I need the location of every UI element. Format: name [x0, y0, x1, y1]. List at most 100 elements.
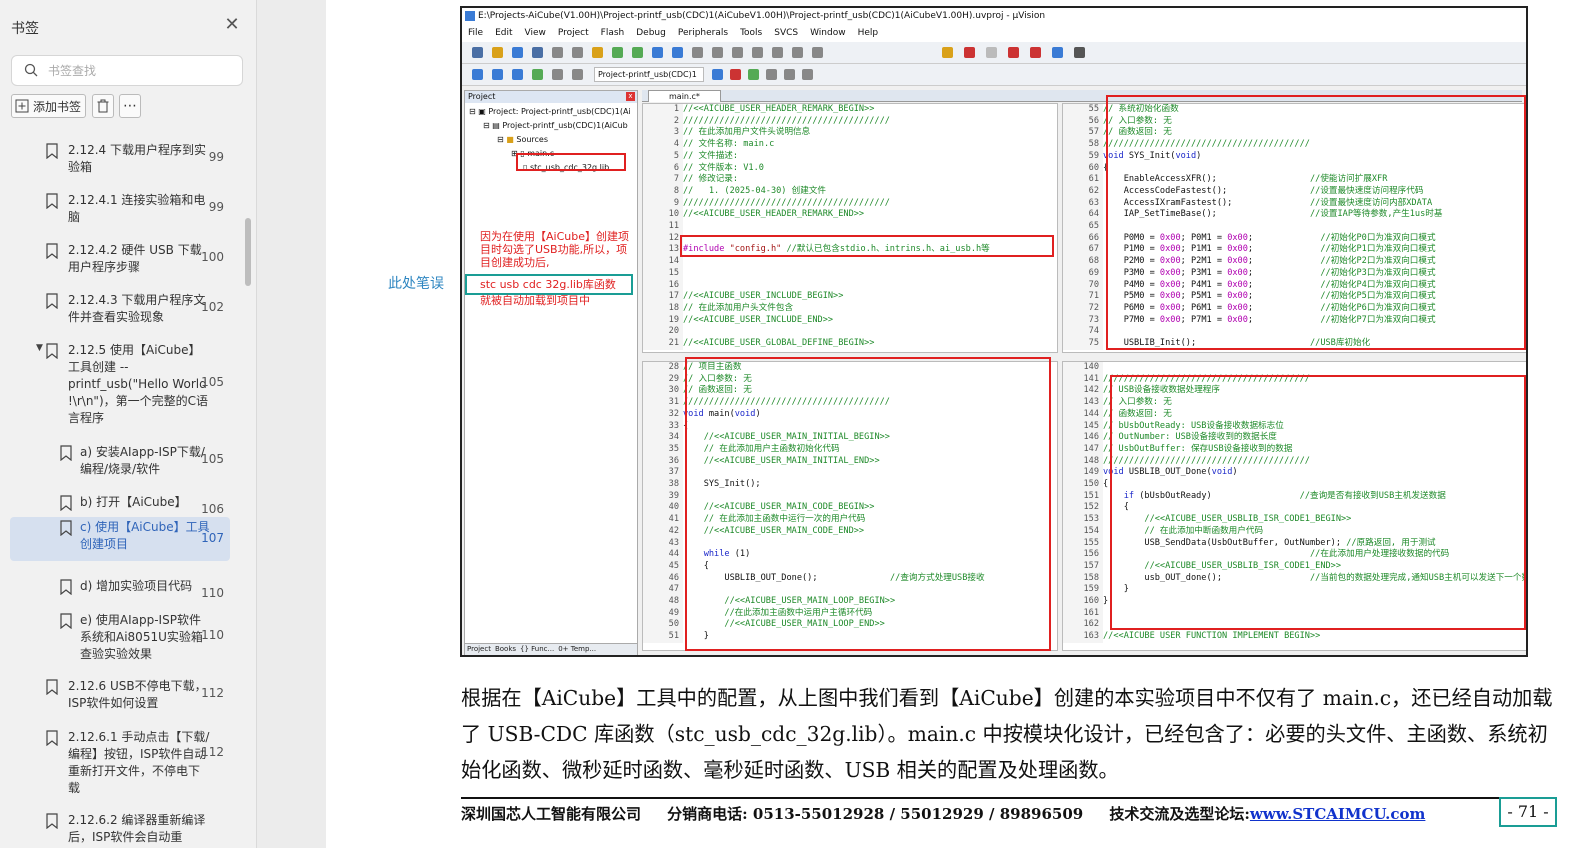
toolbar-icon[interactable]: [986, 47, 997, 58]
toolbar-icon[interactable]: [472, 47, 483, 58]
add-bookmark-button[interactable]: 添加书签: [11, 94, 86, 118]
toolbar-icon[interactable]: [772, 47, 783, 58]
bookmark-item[interactable]: 2.12.4.3 下载用户程序文件并查看实验现象 102: [10, 290, 230, 326]
toolbar-icon[interactable]: [766, 69, 777, 80]
bookmark-item[interactable]: 2.12.4.1 连接实验箱和电脑 99: [10, 190, 230, 226]
toolbar-icon[interactable]: [612, 47, 623, 58]
toolbar-icon[interactable]: [1052, 47, 1063, 58]
main-highlight-box: [685, 357, 1051, 651]
toolbar-icon[interactable]: [812, 47, 823, 58]
bookmark-page: 100: [201, 250, 224, 264]
project-panel-tab[interactable]: Project: [467, 644, 491, 655]
bookmark-icon: [60, 520, 72, 536]
bookmark-search[interactable]: [11, 55, 243, 86]
toolbar-icon[interactable]: [748, 69, 759, 80]
page-number: - 71 -: [1499, 797, 1557, 827]
toolbar-icon[interactable]: [942, 47, 953, 58]
tree-item-project[interactable]: ⊟ ▣ Project: Project-printf_usb(CDC)1(Ai: [469, 107, 631, 116]
bookmark-item[interactable]: 2.12.4.2 硬件 USB 下载用户程序步骤 100: [10, 240, 230, 276]
include-highlight-box: [680, 235, 1054, 257]
project-panel-tab[interactable]: 0+ Temp...: [558, 644, 596, 655]
menu-item[interactable]: SVCS: [774, 24, 798, 42]
bookmark-label: 2.12.4 下载用户程序到实验箱: [68, 143, 206, 174]
project-panel-tab[interactable]: {} Func...: [520, 644, 554, 655]
toolbar-icon[interactable]: [732, 47, 743, 58]
toolbar-icon[interactable]: [1030, 47, 1041, 58]
target-combo[interactable]: Project-printf_usb(CDC)1: [594, 67, 704, 82]
expand-icon[interactable]: ▼: [36, 343, 43, 353]
bookmark-item[interactable]: d) 增加实验项目代码 110: [10, 576, 230, 600]
bookmark-item[interactable]: 2.12.6.2 编译器重新编译后，ISP软件会自动重: [10, 810, 230, 846]
toolbar-icon[interactable]: [592, 47, 603, 58]
bookmark-page: 110: [201, 628, 224, 642]
toolbar-icon[interactable]: [532, 69, 543, 80]
sidebar-scrollbar[interactable]: [245, 218, 251, 286]
toolbar-icon[interactable]: [792, 47, 803, 58]
close-panel-icon[interactable]: x: [626, 92, 635, 101]
toolbar-icon[interactable]: [712, 47, 723, 58]
toolbar-icon[interactable]: [784, 69, 795, 80]
document-margin: [258, 0, 326, 848]
code-pane-top-left: 1//<<AICUBE_USER_HEADER_REMARK_BEGIN>> 2…: [642, 103, 1058, 353]
toolbar-icon[interactable]: [730, 69, 741, 80]
add-bookmark-label: 添加书签: [33, 99, 82, 114]
delete-bookmark-button[interactable]: [92, 94, 114, 118]
menu-item[interactable]: File: [468, 24, 483, 42]
menu-item[interactable]: Debug: [636, 24, 666, 42]
side-note: 此处笔误: [388, 276, 444, 292]
toolbar-icon[interactable]: [1008, 47, 1019, 58]
toolbar-icon[interactable]: [492, 69, 503, 80]
project-panel-tab[interactable]: Books: [495, 644, 516, 655]
close-icon[interactable]: ✕: [223, 16, 241, 34]
bookmark-label: a) 安装AIapp-ISP下载/编程/烧录/软件: [80, 445, 205, 476]
toolbar-icon[interactable]: [572, 69, 583, 80]
sidebar-title: 书签: [11, 21, 39, 37]
toolbar-icon[interactable]: [552, 47, 563, 58]
toolbar-icon[interactable]: [552, 69, 563, 80]
menu-item[interactable]: View: [525, 24, 546, 42]
bookmark-item[interactable]: c) 使用【AiCube】工具创建项目 107: [10, 517, 230, 561]
bookmark-item[interactable]: b) 打开【AiCube】 106: [10, 492, 230, 516]
more-options-button[interactable]: ⋯: [119, 94, 141, 118]
bookmark-icon: [46, 143, 58, 159]
project-panel-tabs: Project Books {} Func... 0+ Temp...: [465, 643, 637, 655]
bookmark-item[interactable]: 2.12.4 下载用户程序到实验箱 99: [10, 140, 230, 176]
add-bookmark-icon: [15, 99, 29, 113]
menu-item[interactable]: Flash: [601, 24, 625, 42]
bookmark-page: 102: [201, 300, 224, 314]
toolbar-icon[interactable]: [802, 69, 813, 80]
menu-item[interactable]: Edit: [495, 24, 512, 42]
toolbar-icon[interactable]: [512, 69, 523, 80]
toolbar-icon[interactable]: [632, 47, 643, 58]
toolbar-icon[interactable]: [712, 69, 723, 80]
bookmark-item[interactable]: ▼ 2.12.5 使用【AiCube】工具创建 -- printf_usb("He…: [10, 340, 230, 426]
menu-item[interactable]: Tools: [740, 24, 762, 42]
toolbar-icon[interactable]: [532, 47, 543, 58]
toolbar-icon[interactable]: [672, 47, 683, 58]
menu-item[interactable]: Peripherals: [678, 24, 728, 42]
tab-main-c[interactable]: main.c*: [648, 90, 721, 102]
tree-item-sources[interactable]: ⊟ ■ Sources: [497, 135, 548, 144]
toolbar-icon[interactable]: [652, 47, 663, 58]
toolbar-icon[interactable]: [752, 47, 763, 58]
search-input[interactable]: [48, 61, 233, 81]
bookmark-item[interactable]: 2.12.6 USB不停电下载，ISP软件如何设置 112: [10, 676, 230, 712]
body-paragraph: 根据在【AiCube】工具中的配置，从上图中我们看到【AiCube】创建的本实验…: [461, 686, 1553, 782]
bookmark-icon: [46, 679, 58, 695]
toolbar-icon[interactable]: [1074, 47, 1085, 58]
bookmark-page: 110: [201, 586, 224, 600]
toolbar-icon[interactable]: [964, 47, 975, 58]
toolbar-icon[interactable]: [692, 47, 703, 58]
toolbar-icon[interactable]: [472, 69, 483, 80]
toolbar-icon[interactable]: [512, 47, 523, 58]
footer-url[interactable]: www.STCAIMCU.com: [1250, 805, 1426, 823]
toolbar-icon[interactable]: [572, 47, 583, 58]
bookmark-item[interactable]: 2.12.6.1 手动点击【下载/编程】按钮，ISP软件自动重新打开文件，不停电…: [10, 727, 230, 795]
menu-item[interactable]: Project: [558, 24, 589, 42]
bookmark-item[interactable]: e) 使用AIapp-ISP软件系统和Ai8051U实验箱查验实验效果 110: [10, 610, 230, 662]
tree-item-target[interactable]: ⊟ ▤ Project-printf_usb(CDC)1(AiCub: [483, 121, 628, 130]
toolbar-icon[interactable]: [492, 47, 503, 58]
menu-item[interactable]: Help: [858, 24, 879, 42]
bookmark-item[interactable]: a) 安装AIapp-ISP下载/编程/烧录/软件 105: [10, 442, 230, 478]
menu-item[interactable]: Window: [810, 24, 846, 42]
